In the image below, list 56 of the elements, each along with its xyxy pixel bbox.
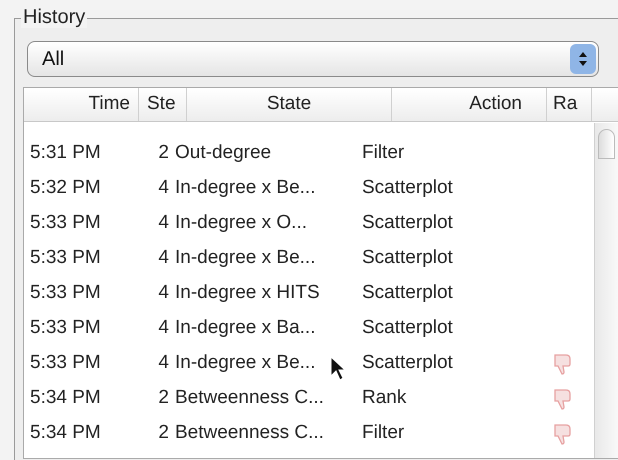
time-cell-text: 5:33 PM (29, 281, 102, 306)
time-cell-text: 5:32 PM (29, 176, 102, 200)
action-cell-text: Scatterplot (362, 246, 454, 270)
history-row[interactable]: 5:34 PM 2 Betweenness C... Rank (24, 381, 592, 416)
filter-dropdown[interactable]: All (27, 41, 599, 77)
step-cell-text: 4 (157, 316, 170, 340)
step-cell-text: 4 (157, 281, 170, 306)
state-cell-text: In-degree x Be... (175, 176, 316, 200)
history-row[interactable]: 5:32 PM 4 In-degree x Be... Scatterplot (24, 171, 592, 206)
action-cell-text: Scatterplot (362, 211, 454, 236)
dropdown-arrows-icon (570, 44, 596, 74)
state-cell-text: Out-degree (175, 141, 272, 166)
history-row[interactable]: 5:33 PM 4 In-degree x HITS Scatterplot (24, 276, 592, 311)
time-cell-text: 5:33 PM (29, 246, 102, 270)
column-header[interactable]: Ste (139, 88, 187, 121)
history-row[interactable]: 5:34 PM 2 Betweenness C... Filter (24, 416, 592, 451)
state-cell-text: Betweenness C... (175, 421, 324, 446)
state-cell-text: Betweenness C... (175, 386, 324, 410)
mouse-pointer-icon (330, 356, 346, 382)
history-row[interactable]: 5:31 PM 2 Out-degree Filter (24, 136, 592, 171)
time-cell-text: 5:34 PM (29, 421, 102, 446)
action-cell-text: Filter (362, 141, 406, 166)
state-cell-text: In-degree x Ba... (175, 316, 316, 340)
time-cell-text: 5:33 PM (29, 316, 102, 340)
time-cell-text: 5:33 PM (29, 351, 102, 376)
action-cell-text: Rank (362, 386, 408, 410)
history-row[interactable]: 5:33 PM 4 In-degree x Be... Scatterplot (24, 346, 592, 381)
action-cell-text: Scatterplot (362, 176, 454, 200)
state-cell-text: In-degree x HITS (175, 281, 320, 306)
time-cell-text: 5:33 PM (29, 211, 102, 236)
step-cell-text: 2 (157, 141, 170, 166)
step-cell-text: 4 (157, 246, 170, 270)
column-header[interactable]: Ra (547, 88, 592, 121)
step-cell-text: 4 (157, 351, 170, 376)
group-title: History (21, 6, 88, 28)
column-header[interactable]: Action (392, 88, 547, 121)
history-row[interactable]: 5:33 PM 4 In-degree x O... Scatterplot (24, 206, 592, 241)
scrollbar[interactable] (594, 123, 618, 458)
step-cell-text: 2 (157, 386, 170, 410)
time-cell-text: 5:34 PM (29, 386, 102, 410)
action-cell-text: Scatterplot (362, 351, 454, 376)
time-cell-text: 5:31 PM (29, 141, 102, 166)
history-row[interactable]: 5:33 PM 4 In-degree x Ba... Scatterplot (24, 311, 592, 346)
column-header[interactable]: Time (24, 88, 139, 121)
action-cell-text: Scatterplot (362, 281, 454, 306)
step-cell-text: 4 (157, 211, 170, 236)
state-cell-text: In-degree x O... (175, 211, 308, 236)
column-header[interactable]: State (187, 88, 392, 121)
step-cell-text: 2 (157, 421, 170, 446)
action-cell-text: Filter (362, 421, 406, 446)
state-cell-text: In-degree x Be... (175, 351, 316, 376)
state-cell-text: In-degree x Be... (175, 246, 316, 270)
step-cell-text: 4 (157, 176, 170, 200)
dropdown-value: All (42, 47, 64, 72)
action-cell-text: Scatterplot (362, 316, 454, 340)
history-row[interactable]: 5:33 PM 4 In-degree x Be... Scatterplot (24, 241, 592, 276)
